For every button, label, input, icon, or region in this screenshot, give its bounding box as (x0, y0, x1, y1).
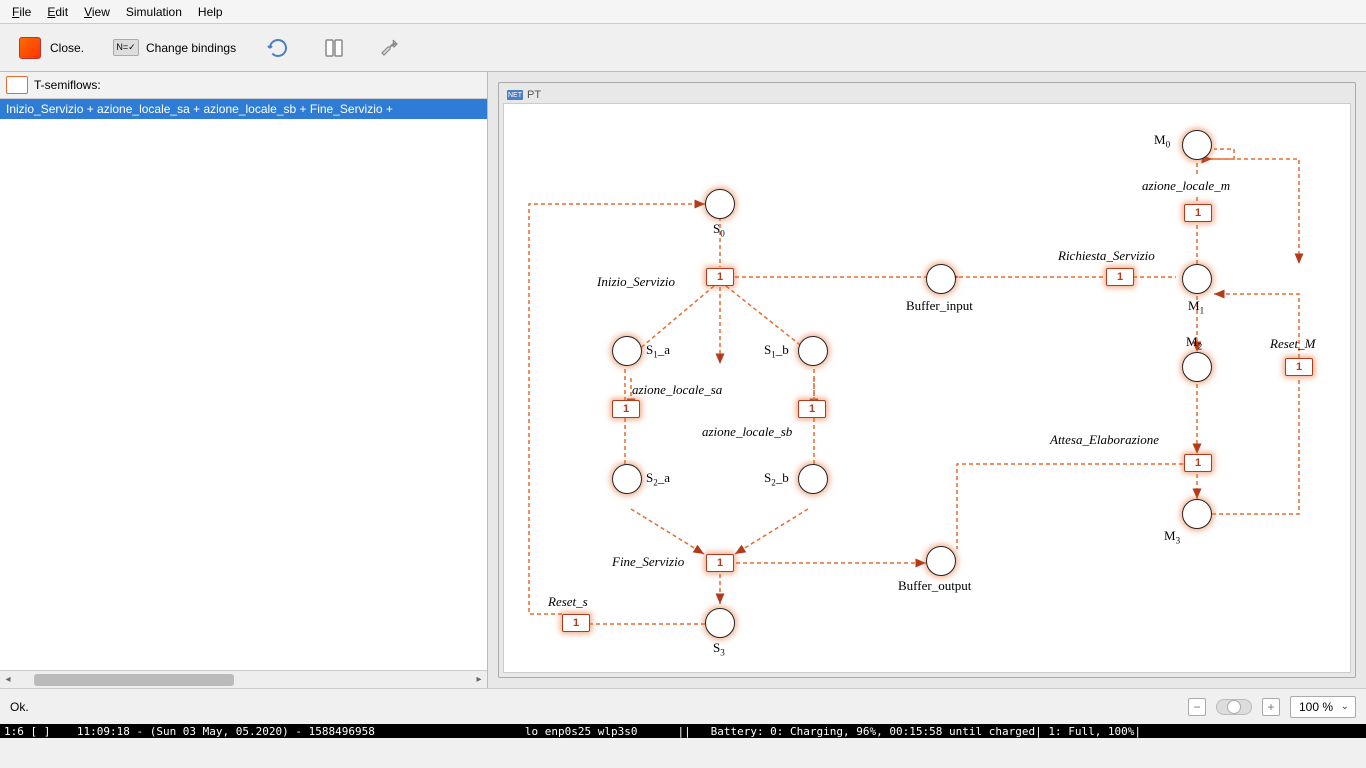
toggle-switch[interactable] (1216, 699, 1252, 715)
scroll-thumb[interactable] (34, 674, 234, 686)
place-buffer-input[interactable] (926, 264, 956, 294)
label-reset-m: Reset_M (1270, 336, 1315, 352)
label-m2: M2 (1186, 334, 1202, 352)
place-s1b[interactable] (798, 336, 828, 366)
label-buffer-output: Buffer_output (898, 578, 971, 594)
label-attesa: Attesa_Elaborazione (1050, 432, 1159, 448)
sysbar-left: 1:6 [ ] 11:09:18 - (Sun 03 May, 05.2020)… (4, 725, 375, 738)
transition-azione-sa[interactable]: 1 (612, 400, 640, 418)
zoom-out-button[interactable]: − (1188, 698, 1206, 716)
close-button[interactable]: Close. (12, 30, 88, 66)
scroll-left-icon[interactable]: ◂ (0, 674, 16, 685)
zoom-in-button[interactable]: + (1262, 698, 1280, 716)
status-msg: Ok. (10, 700, 29, 714)
menu-view[interactable]: View (76, 3, 118, 21)
chevron-down-icon: ⌄ (1341, 701, 1349, 712)
place-s1a[interactable] (612, 336, 642, 366)
menu-file[interactable]: File (4, 3, 39, 21)
label-inizio-servizio: Inizio_Servizio (597, 274, 675, 290)
menu-simulation[interactable]: Simulation (118, 3, 190, 21)
place-m1[interactable] (1182, 264, 1212, 294)
place-s0[interactable] (705, 189, 735, 219)
canvas-title-bar: NET PT (503, 87, 1351, 103)
bindings-icon: N=✓ (112, 34, 140, 62)
label-richiesta: Richiesta_Servizio (1058, 248, 1155, 264)
menu-file-label: ile (19, 5, 31, 19)
main-area: T-semiflows: Inizio_Servizio + azione_lo… (0, 72, 1366, 688)
scroll-right-icon[interactable]: ▸ (471, 674, 487, 685)
zoom-select[interactable]: 100 % ⌄ (1290, 696, 1356, 718)
canvas-title: PT (527, 89, 541, 101)
place-m0[interactable] (1182, 130, 1212, 160)
list-item[interactable]: Inizio_Servizio + azione_locale_sa + azi… (0, 99, 487, 119)
sysbar-right: || Battery: 0: Charging, 96%, 00:15:58 u… (677, 725, 1141, 738)
net-icon: NET (507, 90, 523, 100)
canvas-frame: NET PT (498, 82, 1356, 678)
place-s2a[interactable] (612, 464, 642, 494)
label-s2b: S2_b (764, 470, 789, 488)
label-s0: S0 (713, 221, 725, 239)
label-fine-servizio: Fine_Servizio (612, 554, 684, 570)
sidebar-title: T-semiflows: (34, 78, 101, 92)
refresh-button[interactable] (260, 30, 296, 66)
sysbar-mid: lo enp0s25 wlp3s0 (525, 725, 638, 738)
refresh-icon (264, 34, 292, 62)
toolbar: Close. N=✓ Change bindings (0, 24, 1366, 72)
sidebar-scrollbar[interactable]: ◂ ▸ (0, 670, 487, 688)
transition-reset-s[interactable]: 1 (562, 614, 590, 632)
label-s3: S3 (713, 640, 725, 658)
label-buffer-input: Buffer_input (906, 298, 973, 314)
status-right: − + 100 % ⌄ (1188, 696, 1356, 718)
transition-fine-servizio[interactable]: 1 (706, 554, 734, 572)
label-azione-m: azione_locale_m (1142, 178, 1230, 194)
label-m1: M1 (1188, 298, 1204, 316)
wrench-icon (376, 34, 404, 62)
place-s3[interactable] (705, 608, 735, 638)
label-m0: M0 (1154, 132, 1170, 150)
transition-azione-m[interactable]: 1 (1184, 204, 1212, 222)
transition-attesa[interactable]: 1 (1184, 454, 1212, 472)
menu-help[interactable]: Help (190, 3, 231, 21)
label-s1a: S1_a (646, 342, 670, 360)
menubar: File Edit View Simulation Help (0, 0, 1366, 24)
place-m2[interactable] (1182, 352, 1212, 382)
label-m3: M3 (1164, 528, 1180, 546)
book-button[interactable] (316, 30, 352, 66)
place-m3[interactable] (1182, 499, 1212, 529)
change-bindings-button[interactable]: N=✓ Change bindings (108, 30, 240, 66)
label-azione-sb: azione_locale_sb (702, 424, 792, 440)
place-s2b[interactable] (798, 464, 828, 494)
label-s2a: S2_a (646, 470, 670, 488)
label-azione-sa: azione_locale_sa (632, 382, 722, 398)
sidebar: T-semiflows: Inizio_Servizio + azione_lo… (0, 72, 488, 688)
system-bar: 1:6 [ ] 11:09:18 - (Sun 03 May, 05.2020)… (0, 724, 1366, 738)
label-reset-s: Reset_s (548, 594, 588, 610)
menu-edit[interactable]: Edit (39, 3, 76, 21)
net-canvas[interactable]: S0 S1_a S1_b S2_a S2_b S3 Buffer_input B… (503, 103, 1351, 673)
book-icon (320, 34, 348, 62)
label-s1b: S1_b (764, 342, 789, 360)
statusbar: Ok. − + 100 % ⌄ (0, 688, 1366, 724)
close-label: Close. (50, 41, 84, 55)
close-icon (16, 34, 44, 62)
canvas-panel: NET PT (488, 72, 1366, 688)
change-bindings-label: Change bindings (146, 41, 236, 55)
tool-button[interactable] (372, 30, 408, 66)
transition-richiesta[interactable]: 1 (1106, 268, 1134, 286)
place-buffer-output[interactable] (926, 546, 956, 576)
sidebar-list[interactable]: Inizio_Servizio + azione_locale_sa + azi… (0, 99, 487, 670)
transition-azione-sb[interactable]: 1 (798, 400, 826, 418)
zoom-value: 100 % (1299, 700, 1333, 714)
semiflow-icon (6, 76, 28, 94)
sidebar-header: T-semiflows: (0, 72, 487, 99)
transition-inizio-servizio[interactable]: 1 (706, 268, 734, 286)
transition-reset-m[interactable]: 1 (1285, 358, 1313, 376)
